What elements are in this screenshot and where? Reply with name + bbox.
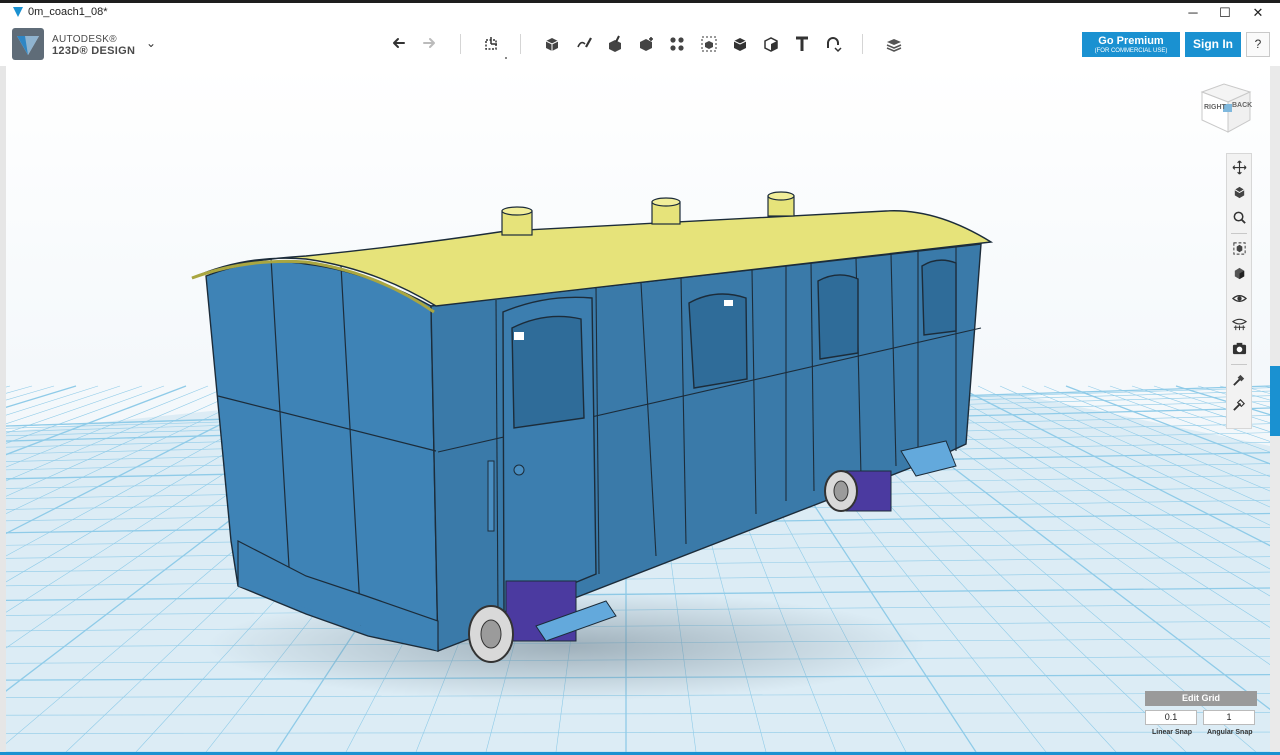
close-button[interactable]: ✕ [1241,3,1275,22]
go-premium-label: Go Premium [1098,35,1164,47]
pan-icon[interactable] [1230,158,1249,177]
transform-icon[interactable] [479,32,503,56]
sketch-icon[interactable] [572,32,596,56]
primitives-icon[interactable] [540,32,564,56]
go-premium-sublabel: (FOR COMMERCIAL USE) [1094,48,1168,54]
coach-window-3 [817,274,859,360]
materials-icon[interactable] [1230,370,1249,389]
linear-snap-label: Linear Snap [1152,729,1193,736]
edit-grid-panel: Edit Grid 0.1 1 Linear Snap Angular Snap [1145,691,1257,741]
undo-icon[interactable] [387,32,411,56]
angular-snap-input[interactable]: 1 [1203,710,1255,725]
linear-snap-input[interactable]: 0.1 [1145,710,1197,725]
go-premium-button[interactable]: Go Premium (FOR COMMERCIAL USE) [1082,32,1180,57]
view-cube-back[interactable]: BACK [1232,102,1252,109]
edit-grid-button[interactable]: Edit Grid [1145,691,1257,706]
grouping-icon[interactable] [697,32,721,56]
material-icon[interactable] [882,32,906,56]
angular-snap-label: Angular Snap [1207,729,1253,736]
redo-icon[interactable] [417,32,441,56]
construct-icon[interactable] [603,32,627,56]
orbit-icon[interactable] [1230,183,1249,202]
minimize-button[interactable]: ─ [1176,3,1210,22]
view-cube-right[interactable]: RIGHT [1204,104,1226,111]
help-button[interactable]: ? [1246,32,1270,57]
visibility-icon[interactable] [1230,289,1249,308]
grid-visibility-icon[interactable] [1230,314,1249,333]
scene-canvas [6,66,1270,752]
title-bar: 0m_coach1_08* ─ ☐ ✕ [0,0,1280,22]
document-title: 0m_coach1_08* [28,6,108,18]
3d-viewport[interactable] [6,66,1270,752]
brand-product: 123D® DESIGN [52,45,136,57]
coach-window-2 [688,293,748,389]
measure-icon[interactable] [759,32,783,56]
coach-window-4 [921,259,957,336]
fit-icon[interactable] [1230,239,1249,258]
right-edge [1270,66,1280,752]
navigation-bar [1226,153,1252,429]
modify-icon[interactable] [634,32,658,56]
snap-icon[interactable] [821,32,845,56]
brand-autodesk: AUTODESK® [52,34,117,45]
app-logo-icon [13,7,23,17]
pattern-icon[interactable] [665,32,689,56]
app-menu-logo-icon[interactable] [12,28,44,60]
main-toolbar: AUTODESK® 123D® DESIGN ⌄ Go Premium (FOR… [0,22,1280,66]
view-cube[interactable]: RIGHT BACK [1198,80,1254,134]
maximize-button[interactable]: ☐ [1208,3,1242,22]
sign-in-button[interactable]: Sign In [1185,32,1241,57]
app-window: 0m_coach1_08* ─ ☐ ✕ AUTODESK® 123D® DESI… [0,0,1280,755]
outline-icon[interactable] [1230,395,1249,414]
text-icon[interactable] [790,32,814,56]
combine-icon[interactable] [728,32,752,56]
zoom-icon[interactable] [1230,208,1249,227]
screenshot-icon[interactable] [1230,339,1249,358]
chevron-down-icon[interactable]: ⌄ [146,36,156,50]
view-icon[interactable] [1230,264,1249,283]
